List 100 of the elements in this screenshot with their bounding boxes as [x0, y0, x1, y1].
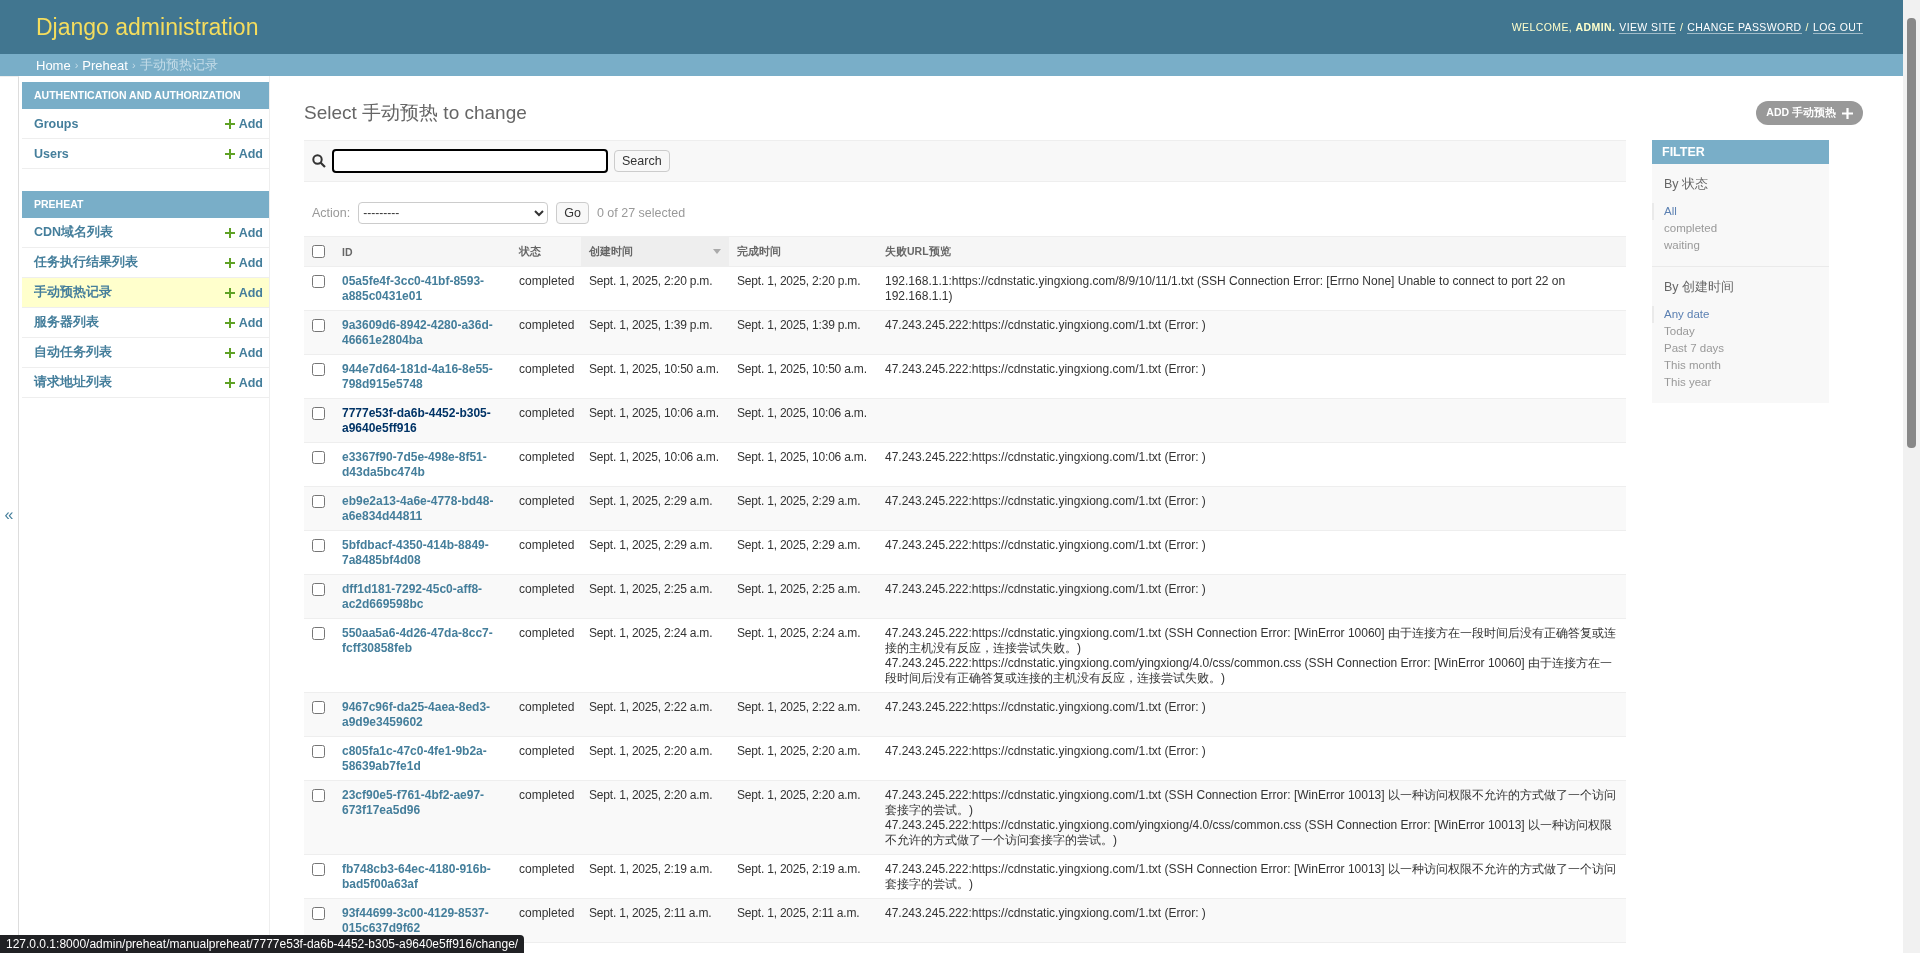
model-link[interactable]: 任务执行结果列表: [34, 254, 138, 271]
plus-icon: [224, 148, 235, 159]
site-title: Django administration: [36, 13, 259, 41]
filter-choice[interactable]: waiting: [1652, 237, 1829, 254]
plus-icon: [224, 118, 235, 129]
model-link[interactable]: Groups: [34, 116, 79, 131]
row-checkbox[interactable]: [312, 495, 325, 508]
row-checkbox[interactable]: [312, 627, 325, 640]
table-cell: completed: [519, 744, 575, 758]
action-label: Action:: [312, 206, 351, 220]
table-cell: Sept. 1, 2025, 2:29 a.m.: [737, 494, 861, 508]
user-tool-link[interactable]: CHANGE PASSWORD: [1687, 20, 1802, 34]
row-checkbox[interactable]: [312, 863, 325, 876]
action-select[interactable]: ---------: [358, 202, 549, 224]
table-cell: completed: [519, 538, 575, 552]
record-link[interactable]: 05a5fe4f-3cc0-41bf-8593-a885c0431e01: [342, 274, 503, 304]
filter-choice[interactable]: completed: [1652, 220, 1829, 237]
model-link[interactable]: Users: [34, 146, 69, 161]
record-link[interactable]: 5bfdbacf-4350-414b-8849-7a8485bf4d08: [342, 538, 503, 568]
table-cell: Sept. 1, 2025, 2:19 a.m.: [737, 862, 861, 876]
record-link[interactable]: 550aa5a6-4d26-47da-8cc7-fcff30858feb: [342, 626, 503, 656]
add-record-button[interactable]: ADD 手动预热: [1756, 101, 1863, 125]
scrollbar[interactable]: [1903, 0, 1920, 953]
table-cell: Sept. 1, 2025, 10:50 a.m.: [589, 362, 719, 376]
plus-icon: [224, 347, 235, 358]
row-checkbox[interactable]: [312, 907, 325, 920]
column-header[interactable]: ID: [334, 236, 511, 267]
record-link[interactable]: e3367f90-7d5e-498e-8f51-d43da5bc474b: [342, 450, 503, 480]
separator: /: [1805, 21, 1809, 33]
failure-text: 192.168.1.1:https://cdnstatic.yingxiong.com/8/9/10/11/1.txt (SSH Connection Error: [Errno None] Unable to connect to port 22 on 192.168.1.1): [885, 274, 1567, 304]
row-checkbox[interactable]: [312, 451, 325, 464]
row-checkbox[interactable]: [312, 275, 325, 288]
add-link[interactable]: Add: [224, 285, 263, 300]
filter-heading: By 创建时间: [1663, 279, 1736, 296]
failure-text: 47.243.245.222:https://cdnstatic.yingxiong.com/1.txt (Error: ): [885, 494, 1207, 509]
add-link[interactable]: Add: [224, 116, 263, 131]
table-cell: completed: [519, 862, 575, 876]
table-cell: Sept. 1, 2025, 2:29 a.m.: [737, 538, 861, 552]
row-checkbox[interactable]: [312, 407, 325, 420]
filter-choice[interactable]: Today: [1652, 323, 1829, 340]
filter-choice[interactable]: This month: [1652, 357, 1829, 374]
breadcrumb-link[interactable]: Preheat: [82, 57, 128, 73]
failure-text: 47.243.245.222:https://cdnstatic.yingxiong.com/1.txt (Error: ): [885, 744, 1207, 759]
row-checkbox[interactable]: [312, 539, 325, 552]
row-checkbox[interactable]: [312, 789, 325, 802]
table-cell: Sept. 1, 2025, 2:20 a.m.: [589, 788, 713, 802]
record-link[interactable]: c805fa1c-47c0-4fe1-9b2a-58639ab7fe1d: [342, 744, 503, 774]
row-checkbox[interactable]: [312, 583, 325, 596]
record-link[interactable]: 944e7d64-181d-4a16-8e55-798d915e5748: [342, 362, 503, 392]
model-link[interactable]: 请求地址列表: [34, 374, 112, 391]
model-link[interactable]: CDN域名列表: [34, 224, 114, 241]
table-cell: completed: [519, 274, 575, 288]
go-button[interactable]: Go: [556, 202, 589, 224]
table-cell: Sept. 1, 2025, 2:20 p.m.: [737, 274, 861, 288]
filter-title: FILTER: [1652, 140, 1829, 164]
module-caption: AUTHENTICATION AND AUTHORIZATION: [22, 82, 269, 109]
add-link[interactable]: Add: [224, 225, 263, 240]
model-link[interactable]: 手动预热记录: [34, 284, 112, 301]
search-field[interactable]: [332, 149, 608, 173]
table-cell: Sept. 1, 2025, 2:11 a.m.: [737, 906, 860, 920]
column-header[interactable]: 完成时间: [729, 236, 877, 267]
failure-text: 47.243.245.222:https://cdnstatic.yingxiong.com/1.txt (Error: ): [885, 318, 1207, 333]
user-tool-link[interactable]: VIEW SITE: [1619, 20, 1676, 34]
plus-icon: [224, 257, 235, 268]
column-header[interactable]: 创建时间: [581, 236, 729, 267]
plus-icon: [224, 287, 235, 298]
search-button[interactable]: Search: [614, 150, 670, 172]
table-cell: Sept. 1, 2025, 2:24 a.m.: [589, 626, 713, 640]
table-cell: Sept. 1, 2025, 10:50 a.m.: [737, 362, 867, 376]
table-cell: Sept. 1, 2025, 10:06 a.m.: [737, 406, 867, 420]
column-header[interactable]: 失败URL预览: [877, 236, 1626, 267]
add-link[interactable]: Add: [224, 375, 263, 390]
filter-choice[interactable]: Past 7 days: [1652, 340, 1829, 357]
row-checkbox[interactable]: [312, 701, 325, 714]
add-link[interactable]: Add: [224, 255, 263, 270]
row-checkbox[interactable]: [312, 745, 325, 758]
user-tool-link[interactable]: LOG OUT: [1812, 20, 1863, 34]
add-link[interactable]: Add: [224, 345, 263, 360]
add-link[interactable]: Add: [224, 146, 263, 161]
table-cell: completed: [519, 788, 575, 802]
model-link[interactable]: 自动任务列表: [34, 344, 112, 361]
filter-choice[interactable]: All: [1652, 203, 1829, 220]
filter-choice[interactable]: Any date: [1652, 306, 1829, 323]
table-cell: Sept. 1, 2025, 1:39 p.m.: [737, 318, 861, 332]
plus-icon: [224, 317, 235, 328]
column-header[interactable]: 状态: [511, 236, 581, 267]
table-cell: completed: [519, 626, 575, 640]
row-checkbox[interactable]: [312, 319, 325, 332]
select-all-checkbox[interactable]: [312, 244, 325, 258]
failure-text: 47.243.245.222:https://cdnstatic.yingxiong.com/1.txt (SSH Connection Error: [WinError 10060] 由于连接方在一段时间后没有正确答复或连接的主机没有反应，连接尝试失败。): [885, 626, 1617, 656]
table-cell: Sept. 1, 2025, 2:20 p.m.: [589, 274, 713, 288]
failure-text: 47.243.245.222:https://cdnstatic.yingxiong.com/1.txt (Error: ): [885, 582, 1207, 597]
table-cell: completed: [519, 906, 575, 920]
model-link[interactable]: 服务器列表: [34, 314, 99, 331]
add-link[interactable]: Add: [224, 315, 263, 330]
filter-choice[interactable]: This year: [1652, 374, 1829, 391]
row-checkbox[interactable]: [312, 363, 325, 376]
record-link[interactable]: fb748cb3-64ec-4180-916b-bad5f00a63af: [342, 862, 503, 892]
url-tooltip: 127.0.0.1:8000/admin/preheat/manualpreheat/7777e53f-da6b-4452-b305-a9640e5ff916/change/: [0, 935, 525, 953]
breadcrumb-link[interactable]: Home: [36, 57, 71, 73]
